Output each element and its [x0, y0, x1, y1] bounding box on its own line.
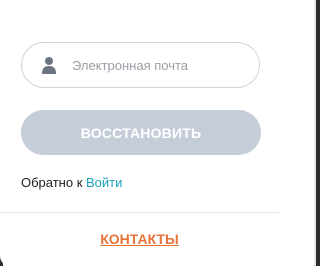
password-recovery-modal: ВОССТАНОВИТЬ Обратно к Войти КОНТАКТЫ [0, 0, 279, 266]
email-field[interactable] [21, 42, 260, 88]
footer-divider [0, 212, 279, 213]
contacts-link[interactable]: КОНТАКТЫ [100, 231, 178, 247]
restore-button[interactable]: ВОССТАНОВИТЬ [21, 110, 261, 155]
back-to-login: Обратно к Войти [21, 175, 122, 190]
user-icon [42, 56, 56, 74]
email-input[interactable] [72, 57, 242, 73]
background-edge-right [316, 0, 320, 266]
login-link[interactable]: Войти [86, 175, 122, 190]
back-prefix-text: Обратно к [21, 175, 87, 190]
contacts-container: КОНТАКТЫ [0, 231, 279, 247]
